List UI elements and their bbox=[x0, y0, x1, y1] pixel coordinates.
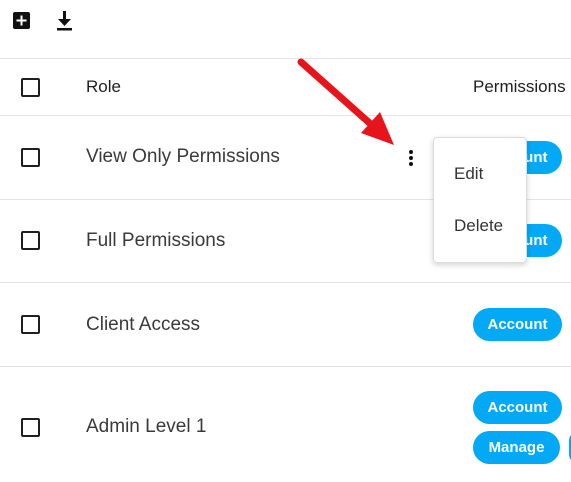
annotation-arrow-icon bbox=[297, 58, 394, 145]
